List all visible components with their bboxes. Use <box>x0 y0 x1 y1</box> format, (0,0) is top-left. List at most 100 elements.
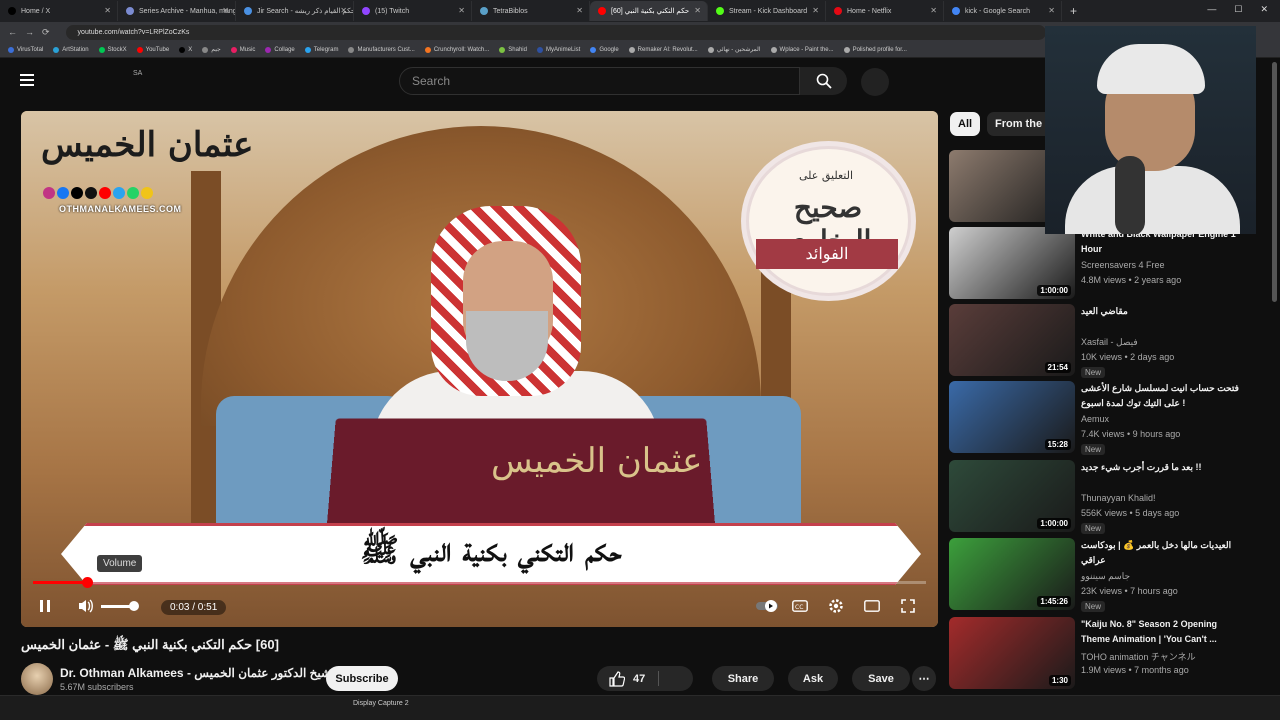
bookmark-item[interactable]: المرشحين - نهائي <box>707 46 761 53</box>
browser-tab[interactable]: حكم التكني بكنية النبي [60] ✕ <box>590 1 708 21</box>
back-icon[interactable]: ← <box>8 27 17 37</box>
bookmark-item[interactable]: VirusTotal <box>8 46 43 53</box>
recommendation-title[interactable]: فتحت حساب انيت لمسلسل شارع الأعشى على ال… <box>1081 381 1241 411</box>
recommendation-channel[interactable]: جاسم سيننوو <box>1081 571 1261 582</box>
recommendation-channel[interactable]: Xasfail - فيصل <box>1081 337 1261 348</box>
video-thumbnail[interactable]: 1:00:00 <box>949 227 1075 299</box>
recommendation-item[interactable]: 1:45:26 العيديات مالها دخل بالعمر 💰 | بود… <box>949 538 1269 612</box>
bookmark-item[interactable]: MyAnimeList <box>536 46 581 53</box>
recommendation-title[interactable]: العيديات مالها دخل بالعمر 💰 | بودكاست عر… <box>1081 538 1241 568</box>
autoplay-toggle[interactable] <box>755 595 779 617</box>
settings-button[interactable] <box>824 595 848 617</box>
bookmark-item[interactable]: Remaker AI: Revolut... <box>628 46 698 53</box>
maximize-icon[interactable]: ☐ <box>1234 4 1242 15</box>
close-window-icon[interactable]: ✕ <box>1260 4 1268 15</box>
channel-name[interactable]: Dr. Othman Alkamees - الشيخ الدكتور عثما… <box>60 666 339 680</box>
new-tab-button[interactable]: + <box>1062 4 1085 18</box>
search-button[interactable] <box>800 67 847 95</box>
progress-bar[interactable] <box>33 577 926 588</box>
volume-knob[interactable] <box>129 601 139 611</box>
tab-close-icon[interactable]: ✕ <box>340 6 347 15</box>
ask-button[interactable]: Ask <box>788 666 838 691</box>
minimize-icon[interactable]: — <box>1207 4 1216 15</box>
bookmark-icon <box>53 46 60 53</box>
recommendation-channel[interactable]: Thunayyan Khalid! <box>1081 493 1261 503</box>
recommendation-item[interactable]: 21:54 مقاضي العيد Xasfail - فيصل 10K views … <box>949 304 1269 378</box>
pause-button[interactable] <box>35 595 55 617</box>
recommendation-title[interactable]: بعد ما قررت أجرب شيء جديد !! <box>1081 460 1241 475</box>
bookmark-label: MyAnimeList <box>545 46 581 53</box>
tab-close-icon[interactable]: ✕ <box>458 6 465 15</box>
bookmark-item[interactable]: X <box>179 46 192 53</box>
browser-tab[interactable]: (15) Twitch ✕ <box>354 1 472 21</box>
tab-close-icon[interactable]: ✕ <box>1048 6 1055 15</box>
tab-close-icon[interactable]: ✕ <box>222 6 229 15</box>
bookmark-item[interactable]: Telegram <box>304 46 338 53</box>
url-field[interactable]: youtube.com/watch?v=LRPlZoCzKs <box>65 24 1046 40</box>
recommendation-item[interactable]: 1:00:00 White and Black Wallpaper Engine … <box>949 227 1269 299</box>
bookmark-item[interactable]: Wplace - Paint the... <box>770 46 834 53</box>
recommendation-channel[interactable]: Aemux <box>1081 414 1261 424</box>
video-thumbnail[interactable]: 1:45:26 <box>949 538 1075 610</box>
voice-search-button[interactable] <box>861 68 889 96</box>
browser-tab[interactable]: Jir Search - حكم القيام ذكر ريشه ✕ <box>236 1 354 21</box>
theater-mode-button[interactable] <box>860 595 884 617</box>
captions-button[interactable]: CC <box>788 595 812 617</box>
tab-favicon-icon <box>952 7 960 15</box>
bookmark-item[interactable]: جيم <box>202 46 221 53</box>
browser-tab[interactable]: Home / X ✕ <box>0 1 118 21</box>
volume-button[interactable] <box>73 595 99 617</box>
tab-close-icon[interactable]: ✕ <box>812 6 819 15</box>
recommendation-item[interactable]: 1:30 "Kaiju No. 8" Season 2 Opening Theme… <box>949 617 1269 689</box>
browser-tab[interactable]: Home - Netflix ✕ <box>826 1 944 21</box>
browser-tab[interactable]: TetraBiblos ✕ <box>472 1 590 21</box>
bookmark-item[interactable]: Manufacturers Cust... <box>348 46 415 53</box>
video-thumbnail[interactable]: 15:28 <box>949 381 1075 453</box>
video-thumbnail[interactable]: 1:00:00 <box>949 460 1075 532</box>
forward-icon[interactable]: → <box>25 27 34 37</box>
bookmark-item[interactable]: ArtStation <box>53 46 89 53</box>
page-scrollbar[interactable] <box>1272 62 1277 302</box>
recommendation-item[interactable]: 1:00:00 بعد ما قررت أجرب شيء جديد !! Thuna… <box>949 460 1269 534</box>
recommendation-channel[interactable]: Screensavers 4 Free <box>1081 260 1261 270</box>
search-input[interactable]: Search <box>399 67 800 95</box>
tab-close-icon[interactable]: ✕ <box>694 6 701 15</box>
recommendation-channel[interactable]: TOHO animation チャンネル <box>1081 650 1261 663</box>
tab-close-icon[interactable]: ✕ <box>104 6 111 15</box>
menu-icon[interactable] <box>20 74 34 86</box>
video-thumbnail[interactable]: 1:30 <box>949 617 1075 689</box>
bookmark-item[interactable]: Polished profile for... <box>843 46 907 53</box>
browser-tab[interactable]: kick - Google Search ✕ <box>944 1 1062 21</box>
recommendation-title[interactable]: "Kaiju No. 8" Season 2 Opening Theme Ani… <box>1081 617 1241 647</box>
bookmark-item[interactable]: YouTube <box>136 46 169 53</box>
channel-logo-text: عثمان الخميس <box>41 125 254 165</box>
tab-close-icon[interactable]: ✕ <box>930 6 937 15</box>
tab-favicon-icon <box>244 7 252 15</box>
bookmark-item[interactable]: Collage <box>265 46 295 53</box>
browser-tab[interactable]: Series Archive - Manhua, mang ✕ <box>118 1 236 21</box>
new-badge: New <box>1081 444 1106 455</box>
video-player[interactable]: عثمان الخميس عثمان الخميس OTHMANALKAMEES… <box>21 111 938 627</box>
subscribe-button[interactable]: Subscribe <box>326 666 398 691</box>
recommendation-item[interactable]: 15:28 فتحت حساب انيت لمسلسل شارع الأعشى ع… <box>949 381 1269 455</box>
reload-icon[interactable]: ⟳ <box>42 27 50 38</box>
like-button[interactable]: 47 <box>597 666 693 691</box>
more-actions-button[interactable]: ⋯ <box>912 666 936 691</box>
bookmark-item[interactable]: Google <box>590 46 619 53</box>
save-button[interactable]: Save <box>852 666 910 691</box>
share-button[interactable]: Share <box>712 666 774 691</box>
bookmark-item[interactable]: Shahid <box>499 46 527 53</box>
chip-all[interactable]: All <box>950 112 981 136</box>
autoplay-icon <box>756 600 778 612</box>
scrubber-handle[interactable] <box>81 577 93 588</box>
tab-close-icon[interactable]: ✕ <box>576 6 583 15</box>
search-icon <box>816 73 832 89</box>
recommendation-title[interactable]: مقاضي العيد <box>1081 304 1241 319</box>
browser-tab[interactable]: Stream - Kick Dashboard ✕ <box>708 1 826 21</box>
bookmark-item[interactable]: StockX <box>98 46 127 53</box>
bookmark-item[interactable]: Crunchyroll: Watch... <box>424 46 489 53</box>
channel-avatar[interactable] <box>21 663 53 695</box>
video-thumbnail[interactable]: 21:54 <box>949 304 1075 376</box>
fullscreen-button[interactable] <box>896 595 920 617</box>
bookmark-item[interactable]: Music <box>230 46 255 53</box>
